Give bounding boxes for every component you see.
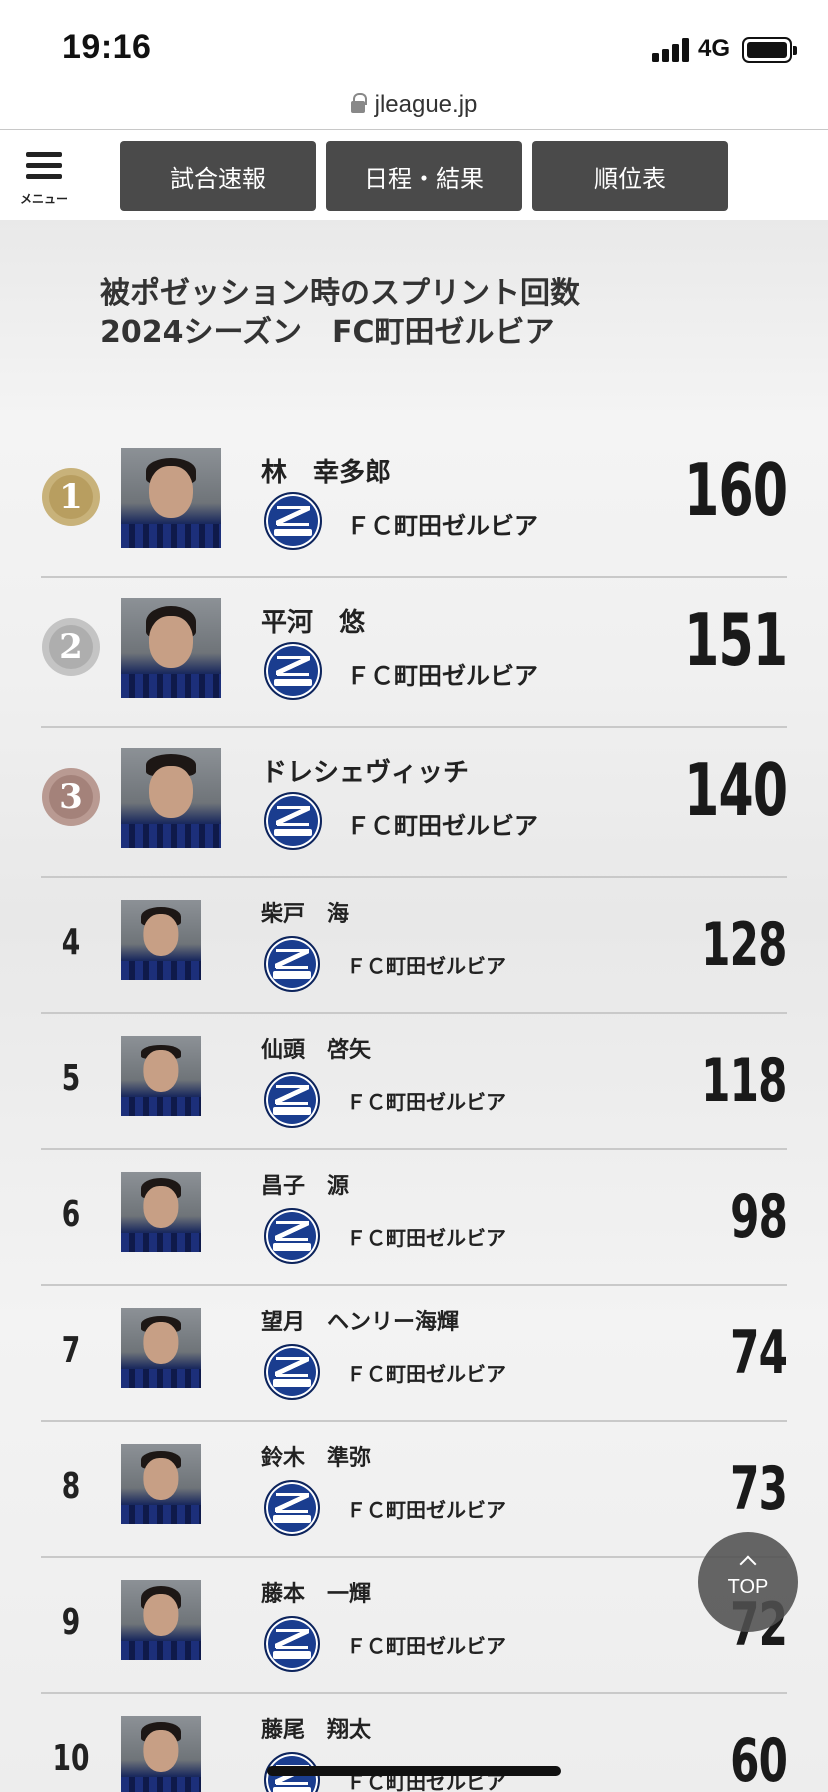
ranking-row[interactable]: 7 望月 ヘンリー海輝 ＦＣ町田ゼルビア 74 <box>0 1286 828 1422</box>
page-title-line1: 被ポゼッション時のスプリント回数 <box>100 276 580 311</box>
ranking-row[interactable]: 5 仙頭 啓矢 ＦＣ町田ゼルビア 118 <box>0 1014 828 1150</box>
club-crest-icon <box>264 1072 320 1128</box>
signal-strength-icon <box>652 38 692 62</box>
site-nav: メニュー 試合速報 日程・結果 順位表 <box>0 130 828 220</box>
player-name[interactable]: 仙頭 啓矢 <box>261 1032 371 1064</box>
rank-number: 7 <box>61 1330 81 1371</box>
rank-number: 5 <box>61 1058 81 1099</box>
club-crest-icon <box>264 1208 320 1264</box>
player-name[interactable]: 藤尾 翔太 <box>261 1712 371 1744</box>
sprint-count: 74 <box>729 1318 788 1388</box>
player-photo <box>121 598 221 698</box>
rank-number: 9 <box>61 1602 81 1643</box>
club-crest-icon <box>264 492 322 550</box>
rank-number: 8 <box>61 1466 81 1507</box>
club-name[interactable]: ＦＣ町田ゼルビア <box>346 1086 506 1115</box>
ranking-row[interactable]: 8 鈴木 準弥 ＦＣ町田ゼルビア 73 <box>0 1422 828 1558</box>
menu-label: メニュー <box>20 192 69 206</box>
tab-standings[interactable]: 順位表 <box>532 141 728 211</box>
club-crest-icon <box>264 1480 320 1536</box>
back-to-top-button[interactable]: TOP <box>698 1532 798 1632</box>
battery-icon <box>742 37 797 63</box>
page-title: 被ポゼッション時のスプリント回数 2024シーズン FC町田ゼルビア <box>100 274 740 352</box>
player-name[interactable]: 昌子 源 <box>261 1168 349 1200</box>
sprint-count: 98 <box>729 1182 788 1252</box>
club-crest-icon <box>264 1616 320 1672</box>
menu-button[interactable]: メニュー <box>18 150 76 208</box>
player-name[interactable]: 林 幸多郎 <box>261 452 391 489</box>
player-photo <box>121 1308 201 1388</box>
club-crest-icon <box>264 1344 320 1400</box>
rank-medal-icon: 2 <box>42 618 100 676</box>
address-bar[interactable]: jleague.jp <box>0 80 828 130</box>
player-photo <box>121 448 221 548</box>
player-photo <box>121 748 221 848</box>
rank-number: 1 <box>49 475 93 519</box>
ranking-row[interactable]: 1 林 幸多郎 ＦＣ町田ゼルビア 160 <box>0 428 828 578</box>
player-name[interactable]: 望月 ヘンリー海輝 <box>261 1304 459 1336</box>
rank-number: 6 <box>61 1194 81 1235</box>
sprint-count: 118 <box>701 1046 787 1116</box>
sprint-count: 151 <box>683 598 788 682</box>
status-bar: 19:16 4G <box>0 0 828 90</box>
club-name[interactable]: ＦＣ町田ゼルビア <box>346 1630 506 1659</box>
player-photo <box>121 1444 201 1524</box>
ranking-row[interactable]: 4 柴戸 海 ＦＣ町田ゼルビア 128 <box>0 878 828 1014</box>
chevron-up-icon <box>739 1555 757 1573</box>
player-name[interactable]: 柴戸 海 <box>261 896 349 928</box>
rank-number: 10 <box>52 1738 90 1779</box>
home-indicator <box>267 1766 561 1776</box>
tab-schedule-results[interactable]: 日程・結果 <box>326 141 522 211</box>
rank-number: 2 <box>49 625 93 669</box>
player-photo <box>121 900 201 980</box>
sprint-count: 160 <box>683 448 788 532</box>
player-name[interactable]: 平河 悠 <box>261 602 365 639</box>
club-crest-icon <box>264 642 322 700</box>
club-crest-icon <box>264 936 320 992</box>
club-name[interactable]: ＦＣ町田ゼルビア <box>346 1494 506 1523</box>
ranking-row[interactable]: 6 昌子 源 ＦＣ町田ゼルビア 98 <box>0 1150 828 1286</box>
sprint-count: 128 <box>701 910 787 980</box>
player-name[interactable]: 鈴木 準弥 <box>261 1440 371 1472</box>
back-to-top-label: TOP <box>727 1576 769 1598</box>
player-photo <box>121 1716 201 1792</box>
player-name[interactable]: ドレシェヴィッチ <box>261 752 469 789</box>
club-name[interactable]: ＦＣ町田ゼルビア <box>346 950 506 979</box>
club-name[interactable]: ＦＣ町田ゼルビア <box>346 1222 506 1251</box>
status-time: 19:16 <box>62 28 152 66</box>
tab-live-scores[interactable]: 試合速報 <box>120 141 316 211</box>
url-text: jleague.jp <box>374 91 478 118</box>
page-title-line2: 2024シーズン FC町田ゼルビア <box>100 315 555 350</box>
club-crest-icon <box>264 792 322 850</box>
club-name[interactable]: ＦＣ町田ゼルビア <box>346 806 538 841</box>
rank-medal-icon: 3 <box>42 768 100 826</box>
ranking-row[interactable]: 2 平河 悠 ＦＣ町田ゼルビア 151 <box>0 578 828 728</box>
sprint-count: 140 <box>683 748 788 832</box>
rank-number: 3 <box>49 775 93 819</box>
rank-medal-icon: 1 <box>42 468 100 526</box>
sprint-count: 60 <box>729 1726 788 1792</box>
hamburger-icon <box>26 152 62 185</box>
rank-number: 4 <box>61 922 81 963</box>
player-name[interactable]: 藤本 一輝 <box>261 1576 371 1608</box>
network-type: 4G <box>698 35 731 62</box>
lock-icon <box>350 93 367 115</box>
club-name[interactable]: ＦＣ町田ゼルビア <box>346 656 538 691</box>
player-photo <box>121 1036 201 1116</box>
club-name[interactable]: ＦＣ町田ゼルビア <box>346 506 538 541</box>
player-photo <box>121 1172 201 1252</box>
sprint-count: 73 <box>729 1454 788 1524</box>
ranking-row[interactable]: 10 藤尾 翔太 ＦＣ町田ゼルビア 60 <box>0 1694 828 1792</box>
player-photo <box>121 1580 201 1660</box>
club-name[interactable]: ＦＣ町田ゼルビア <box>346 1358 506 1387</box>
ranking-row[interactable]: 3 ドレシェヴィッチ ＦＣ町田ゼルビア 140 <box>0 728 828 878</box>
